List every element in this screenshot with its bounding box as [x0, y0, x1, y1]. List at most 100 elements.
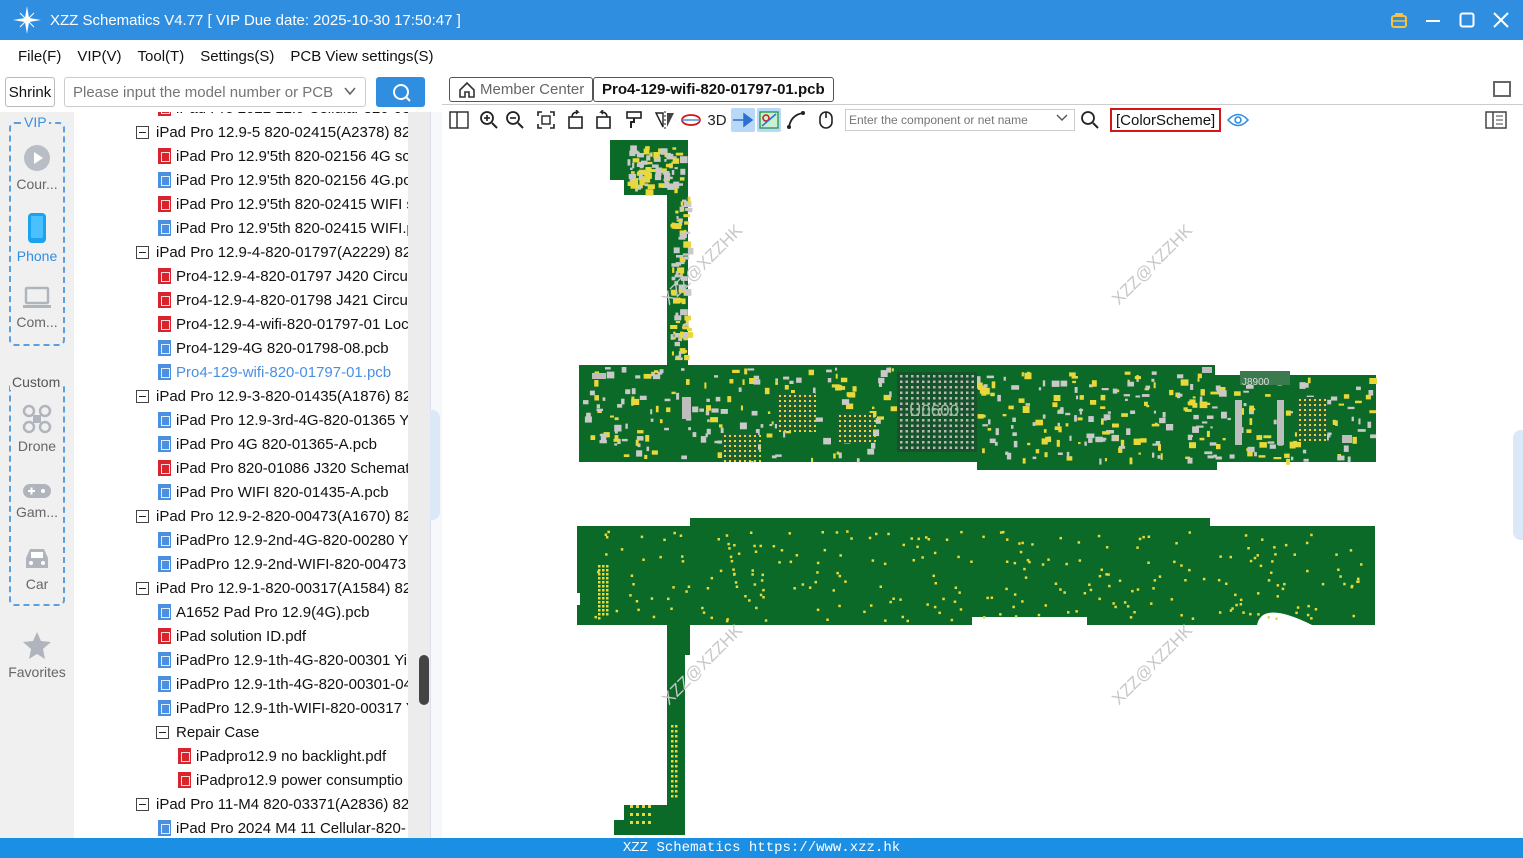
menu-tool[interactable]: Tool(T) — [130, 48, 193, 65]
pin-mode-icon[interactable] — [731, 108, 755, 132]
color-scheme-button[interactable]: [ColorScheme] — [1110, 108, 1222, 132]
tree-file[interactable]: iPadpro12.9 power consumptio — [178, 768, 403, 792]
tree-scrollbar[interactable] — [408, 112, 430, 838]
tree-file[interactable]: iPadPro 12.9-2nd-4G-820-00280 Yi — [158, 528, 408, 552]
close-all-tabs-icon[interactable] — [1493, 81, 1511, 97]
tab-active-pcb[interactable]: Pro4-129-wifi-820-01797-01.pcb — [593, 77, 834, 102]
test-pad — [953, 600, 957, 603]
rail-item-computer[interactable]: Com... — [0, 286, 74, 330]
tree-file[interactable]: iPad Pro 12.9'5th 820-02156 4G sch — [158, 144, 408, 168]
collapse-toggle-icon[interactable] — [136, 125, 149, 139]
collapse-toggle-icon[interactable] — [136, 389, 149, 403]
collapse-toggle-icon[interactable] — [156, 725, 169, 739]
tree-folder[interactable]: iPad Pro 12.9-4-820-01797(A2229) 82 — [136, 240, 408, 264]
zoom-out-icon[interactable] — [503, 108, 527, 132]
tree-folder[interactable]: iPad Pro 12.9-5 820-02415(A2378) 820 — [136, 120, 408, 144]
maximize-icon[interactable] — [1457, 10, 1477, 30]
tree-folder[interactable]: iPad Pro 12.9-3-820-01435(A1876) 82 — [136, 384, 408, 408]
connector-label-j8900[interactable]: J8900 — [1242, 377, 1270, 388]
test-pad — [630, 813, 633, 816]
eye-icon[interactable] — [1226, 108, 1250, 132]
tree-file[interactable]: iPadPro 12.9-2nd-WIFI-820-00473 — [158, 552, 406, 576]
rail-item-phone[interactable]: Phone — [0, 212, 74, 264]
tree-file[interactable]: iPad Pro WIFI 820-01435-A.pcb — [158, 480, 389, 504]
rail-item-drone[interactable]: Drone — [0, 404, 74, 454]
tree-folder[interactable]: iPad Pro 12.9-2-820-00473(A1670) 82 — [136, 504, 408, 528]
tree-file[interactable]: Pro4-12.9-4-wifi-820-01797-01 Loc — [158, 312, 408, 336]
tree-file[interactable]: A1652 Pad Pro 12.9(4G).pcb — [158, 600, 369, 624]
vip-badge-icon[interactable] — [1389, 10, 1409, 30]
tree-file[interactable]: iPad Pro 2024 M4 11 Cellular-820- — [158, 816, 406, 838]
mirror-icon[interactable] — [653, 108, 677, 132]
tab-member-center[interactable]: Member Center — [449, 77, 594, 102]
bga-ball — [949, 386, 952, 389]
tree-file[interactable]: iPadPro 12.9-1th-WIFI-820-00317 Y — [158, 696, 408, 720]
search-icon[interactable] — [1078, 108, 1102, 132]
tree-file[interactable]: iPad Pro 4G 820-01365-A.pcb — [158, 432, 377, 456]
component-search-input[interactable] — [846, 110, 1046, 130]
tree-scroll-thumb[interactable] — [419, 655, 429, 705]
flip-board-icon[interactable] — [679, 108, 703, 132]
collapse-panel-handle[interactable] — [430, 410, 440, 520]
menu-pcb-view-settings[interactable]: PCB View settings(S) — [282, 48, 441, 65]
pcb-board-view[interactable]: U0600 J8900 — [442, 135, 1523, 838]
collapse-toggle-icon[interactable] — [136, 509, 149, 523]
split-view-icon[interactable] — [447, 108, 471, 132]
component-search-box[interactable] — [845, 109, 1075, 131]
bga-ball — [864, 425, 866, 427]
menu-settings[interactable]: Settings(S) — [192, 48, 282, 65]
zoom-in-icon[interactable] — [477, 108, 501, 132]
tree-folder[interactable]: iPad Pro 12.9-1-820-00317(A1584) 82 — [136, 576, 408, 600]
tree-file[interactable]: iPad Pro 12.9'5th 820-02156 4G.pcb — [158, 168, 408, 192]
collapse-toggle-icon[interactable] — [136, 245, 149, 259]
chip-label-u0600[interactable]: U0600 — [909, 401, 959, 420]
tree-file[interactable]: Pro4-12.9-4-820-01798 J421 Circui — [158, 288, 408, 312]
panel-toggle-icon[interactable] — [1484, 108, 1508, 132]
tree-file[interactable]: Pro4-129-wifi-820-01797-01.pcb — [158, 360, 391, 384]
right-panel-handle[interactable] — [1513, 430, 1523, 540]
tree-item-label: iPadPro 12.9-1th-4G-820-00301 Yil — [176, 651, 408, 669]
tree-folder[interactable]: iPad Pro 11-M4 820-03371(A2836) 82 — [136, 792, 408, 816]
model-search-button[interactable] — [376, 77, 425, 107]
rotate-left-icon[interactable] — [564, 108, 588, 132]
rail-item-car[interactable]: Car — [0, 546, 74, 592]
curve-tool-icon[interactable] — [784, 108, 808, 132]
tree-file[interactable]: iPadPro 12.9-1th-4G-820-00301 Yil — [158, 648, 408, 672]
tree-file[interactable]: Pro4-129-4G 820-01798-08.pcb — [158, 336, 389, 360]
tree-file[interactable]: iPad Pro 12.9'5th 820-02415 WIFI.p — [158, 216, 408, 240]
model-search-input[interactable] — [65, 78, 335, 106]
bga-ball — [971, 419, 974, 422]
tree-file[interactable]: iPad Pro 12.9-3rd-4G-820-01365 Yi — [158, 408, 408, 432]
minimize-icon[interactable] — [1423, 10, 1443, 30]
rail-item-game[interactable]: Gam... — [0, 482, 74, 520]
rail-item-favorites[interactable]: Favorites — [0, 630, 74, 680]
tree-file[interactable]: iPad solution ID.pdf — [158, 624, 306, 648]
bga-ball — [859, 420, 861, 422]
collapse-toggle-icon[interactable] — [136, 581, 149, 595]
tree-file[interactable]: Pro4-12.9-4-820-01797 J420 Circui — [158, 264, 408, 288]
tree-file[interactable]: iPad Pro 2022 12.9 Cellular 820-03 — [158, 112, 408, 120]
model-search-box[interactable] — [64, 77, 366, 107]
tree-file[interactable]: iPadPro 12.9-1th-4G-820-00301-04 — [158, 672, 408, 696]
chevron-down-icon[interactable] — [1056, 111, 1068, 126]
chevron-down-icon[interactable] — [343, 84, 357, 101]
3d-view-button[interactable]: 3D — [704, 108, 730, 132]
rail-item-course[interactable]: Cour... — [0, 144, 74, 192]
close-icon[interactable] — [1491, 10, 1511, 30]
tree-folder[interactable]: Repair Case — [156, 720, 259, 744]
menu-file[interactable]: File(F) — [10, 48, 69, 65]
rotate-right-icon[interactable] — [591, 108, 615, 132]
paint-icon[interactable] — [622, 108, 646, 132]
menu-vip[interactable]: VIP(V) — [69, 48, 129, 65]
tree-file[interactable]: iPad Pro 12.9'5th 820-02415 WIFI s — [158, 192, 408, 216]
shrink-button[interactable]: Shrink — [5, 77, 55, 107]
net-highlight-icon[interactable] — [757, 108, 781, 132]
top-board[interactable] — [579, 140, 1376, 470]
tree-file[interactable]: iPadpro12.9 no backlight.pdf — [178, 744, 386, 768]
tree-file[interactable]: iPad Pro 820-01086 J320 Schemati — [158, 456, 408, 480]
collapse-toggle-icon[interactable] — [136, 797, 149, 811]
pcb-canvas[interactable]: U0600 J8900 XZZ@XZZHK XZZ@XZZHK XZZ@XZZH… — [442, 135, 1523, 838]
fit-view-icon[interactable] — [534, 108, 558, 132]
test-pad — [759, 593, 763, 597]
mouse-mode-icon[interactable] — [814, 108, 838, 132]
